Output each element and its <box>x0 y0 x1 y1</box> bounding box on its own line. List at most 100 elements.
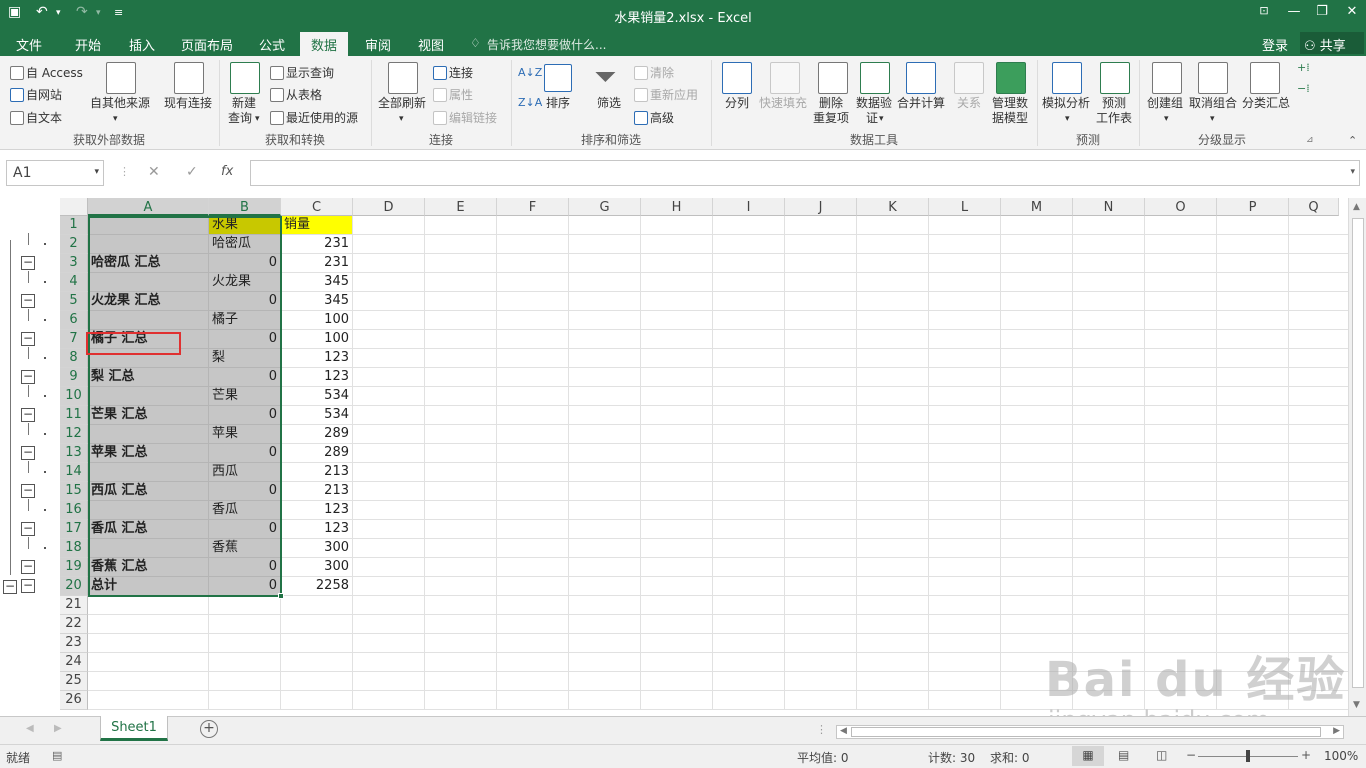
hide-detail-icon[interactable]: −⁞ <box>1297 82 1310 95</box>
cell-c18[interactable]: 300 <box>281 539 353 558</box>
empty-cells-row[interactable] <box>353 273 1348 292</box>
row-header[interactable]: 10 <box>60 387 88 406</box>
cell-c24[interactable] <box>281 653 353 672</box>
other-sources-dropdown-icon[interactable]: ▾ <box>113 112 118 127</box>
advanced-filter-button[interactable]: 高级 <box>634 109 674 126</box>
refresh-all-button[interactable]: 全部刷新 <box>378 96 426 111</box>
existing-connections-icon[interactable] <box>174 62 204 94</box>
row-header[interactable]: 3 <box>60 254 88 273</box>
column-header-l[interactable]: L <box>929 198 1001 216</box>
cell-a17[interactable]: 香瓜 汇总 <box>88 520 209 539</box>
maximize-button[interactable]: ❐ <box>1308 4 1336 19</box>
cell-a22[interactable] <box>88 615 209 634</box>
text-to-columns-icon[interactable] <box>722 62 752 94</box>
outline-settings-icon[interactable]: ⊿ <box>1306 135 1314 145</box>
scroll-down-icon[interactable]: ▼ <box>1353 700 1360 710</box>
other-sources-icon[interactable] <box>106 62 136 94</box>
sort-descending-icon[interactable]: Z↓A <box>518 96 542 109</box>
manage-data-model-button-line2[interactable]: 据模型 <box>992 111 1028 126</box>
cell-c15[interactable]: 213 <box>281 482 353 501</box>
cell-b21[interactable] <box>209 596 281 615</box>
cell-b7[interactable]: 0 <box>209 330 281 349</box>
cell-c12[interactable]: 289 <box>281 425 353 444</box>
cell-a3[interactable]: 哈密瓜 汇总 <box>88 254 209 273</box>
cell-b1[interactable]: 水果 <box>209 216 281 235</box>
cell-a26[interactable] <box>88 691 209 710</box>
column-header-g[interactable]: G <box>569 198 641 216</box>
cell-a6[interactable] <box>88 311 209 330</box>
column-header-i[interactable]: I <box>713 198 785 216</box>
empty-cells-row[interactable] <box>353 406 1348 425</box>
empty-cells-row[interactable] <box>353 216 1348 235</box>
cell-b16[interactable]: 香瓜 <box>209 501 281 520</box>
outline-collapse-button[interactable]: − <box>21 484 35 498</box>
sheet-tab-sheet1[interactable]: Sheet1 <box>100 716 168 741</box>
row-header[interactable]: 20 <box>60 577 88 596</box>
remove-duplicates-button[interactable]: 删除 <box>819 96 843 111</box>
close-button[interactable]: ✕ <box>1338 4 1366 19</box>
cell-a24[interactable] <box>88 653 209 672</box>
vertical-scroll-thumb[interactable] <box>1352 218 1364 688</box>
remove-duplicates-icon[interactable] <box>818 62 848 94</box>
cell-b9[interactable]: 0 <box>209 368 281 387</box>
outline-collapse-button[interactable]: − <box>21 370 35 384</box>
cell-c10[interactable]: 534 <box>281 387 353 406</box>
share-button[interactable]: ⚇ 共享 <box>1300 32 1364 54</box>
text-to-columns-button[interactable]: 分列 <box>725 96 749 111</box>
scroll-right-icon[interactable]: ▶ <box>1333 726 1340 736</box>
outline-collapse-button[interactable]: − <box>21 332 35 346</box>
expand-formula-bar-icon[interactable]: ▾ <box>1350 167 1355 177</box>
connections-button[interactable]: 连接 <box>433 64 473 81</box>
row-header[interactable]: 6 <box>60 311 88 330</box>
cell-a1[interactable] <box>88 216 209 235</box>
cell-a4[interactable] <box>88 273 209 292</box>
show-queries-button[interactable]: 显示查询 <box>270 64 334 81</box>
from-access-button[interactable]: 自 Access <box>10 64 83 81</box>
column-header-d[interactable]: D <box>353 198 425 216</box>
login-link[interactable]: 登录 <box>1262 35 1288 54</box>
from-web-button[interactable]: 自网站 <box>10 86 62 103</box>
row-header[interactable]: 9 <box>60 368 88 387</box>
data-model-icon[interactable] <box>996 62 1026 94</box>
cell-a12[interactable] <box>88 425 209 444</box>
remove-duplicates-button-line2[interactable]: 重复项 <box>813 111 849 126</box>
cell-a10[interactable] <box>88 387 209 406</box>
cell-a14[interactable] <box>88 463 209 482</box>
cell-c13[interactable]: 289 <box>281 444 353 463</box>
page-layout-view-icon[interactable]: ▤ <box>1118 748 1129 762</box>
tell-me-input[interactable]: 告诉我您想要做什么... <box>487 36 606 53</box>
subtotal-icon[interactable] <box>1250 62 1280 94</box>
cell-a16[interactable] <box>88 501 209 520</box>
empty-cells-row[interactable] <box>353 444 1348 463</box>
cell-c23[interactable] <box>281 634 353 653</box>
outline-collapse-button[interactable]: − <box>21 579 35 593</box>
ungroup-icon[interactable] <box>1198 62 1228 94</box>
empty-cells-row[interactable] <box>353 615 1348 634</box>
next-sheet-icon[interactable]: ▶ <box>54 723 62 734</box>
row-header[interactable]: 19 <box>60 558 88 577</box>
show-detail-icon[interactable]: +⁞ <box>1297 61 1310 74</box>
zoom-slider-thumb[interactable] <box>1246 750 1250 762</box>
column-header-m[interactable]: M <box>1001 198 1073 216</box>
insert-function-icon[interactable]: fx <box>221 164 233 179</box>
other-sources-button[interactable]: 自其他来源 <box>90 96 150 111</box>
horizontal-scrollbar[interactable]: ◀ ▶ <box>836 725 1344 739</box>
select-all-button[interactable] <box>60 198 88 216</box>
what-if-dropdown-icon[interactable]: ▾ <box>1065 112 1070 127</box>
what-if-analysis-button[interactable]: 模拟分析 <box>1042 96 1090 111</box>
cell-b8[interactable]: 梨 <box>209 349 281 368</box>
empty-cells-row[interactable] <box>353 596 1348 615</box>
row-header[interactable]: 23 <box>60 634 88 653</box>
empty-cells-row[interactable] <box>353 501 1348 520</box>
cell-b4[interactable]: 火龙果 <box>209 273 281 292</box>
tab-formulas[interactable]: 公式 <box>259 35 285 54</box>
tab-review[interactable]: 审阅 <box>365 35 391 54</box>
cell-b22[interactable] <box>209 615 281 634</box>
column-header-e[interactable]: E <box>425 198 497 216</box>
tab-file[interactable]: 文件 <box>16 35 42 54</box>
refresh-all-dropdown-icon[interactable]: ▾ <box>399 112 404 127</box>
name-box-dropdown-icon[interactable]: ▾ <box>94 167 99 177</box>
cell-b18[interactable]: 香蕉 <box>209 539 281 558</box>
row-header[interactable]: 12 <box>60 425 88 444</box>
collapse-ribbon-icon[interactable]: ⌃ <box>1348 134 1357 147</box>
